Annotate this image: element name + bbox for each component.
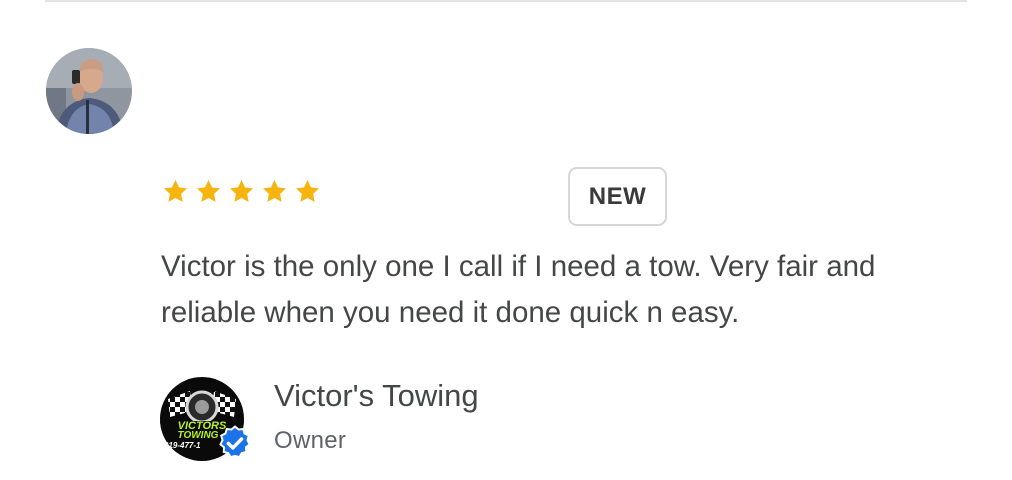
star-icon [164, 180, 187, 202]
star-icon [230, 180, 253, 202]
star-rating [162, 178, 321, 205]
logo-text-bottom: TOWING [178, 430, 219, 441]
new-badge: NEW [568, 167, 667, 226]
logo-phone: 619-477-1 [164, 441, 201, 450]
review-text: Victor is the only one I call if I need … [161, 250, 876, 329]
star-icon [263, 180, 286, 202]
owner-name: Victor's Towing [274, 378, 479, 413]
top-divider [45, 0, 967, 2]
verified-check-icon [219, 425, 251, 459]
reviewer-avatar[interactable] [46, 48, 132, 134]
owner-role: Owner [274, 427, 347, 454]
star-icon [296, 180, 319, 202]
star-icon [197, 180, 220, 202]
